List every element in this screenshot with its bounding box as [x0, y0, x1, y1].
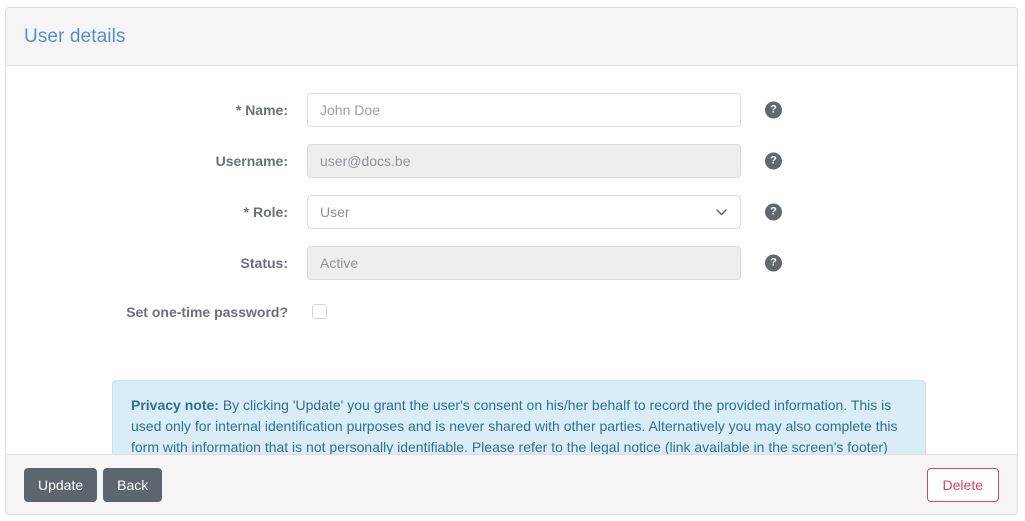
privacy-note-heading: Privacy note:	[131, 397, 219, 413]
field-wrap-role: User ?	[307, 194, 782, 229]
form-row-name: * Name: ?	[6, 84, 1017, 135]
label-role: * Role:	[243, 203, 288, 220]
back-button[interactable]: Back	[103, 467, 163, 502]
update-button[interactable]: Update	[24, 467, 98, 502]
page-title: User details	[24, 25, 126, 47]
panel-footer: Update Back Delete	[6, 454, 1017, 514]
help-icon-username[interactable]: ?	[765, 152, 782, 169]
status-input	[307, 245, 741, 280]
panel-body: * Name: ? Username: ? * Role:	[6, 66, 1017, 454]
form-row-one-time-password: Set one-time password?	[6, 288, 1017, 335]
name-input[interactable]	[307, 92, 741, 127]
role-select[interactable]: User	[307, 194, 741, 229]
form-row-status: Status: ?	[6, 237, 1017, 288]
field-wrap-username: ?	[307, 143, 782, 178]
help-icon-status[interactable]: ?	[765, 254, 782, 271]
label-username: Username:	[215, 152, 288, 169]
form-row-username: Username: ?	[6, 135, 1017, 186]
field-wrap-name: ?	[307, 92, 782, 127]
help-icon-name[interactable]: ?	[765, 101, 782, 118]
panel-header: User details	[6, 8, 1017, 66]
label-name: * Name:	[235, 101, 288, 118]
field-wrap-status: ?	[307, 245, 782, 280]
privacy-note-body: By clicking 'Update' you grant the user'…	[131, 397, 898, 454]
form-row-role: * Role: User ?	[6, 186, 1017, 237]
label-status: Status:	[240, 254, 288, 271]
privacy-note: Privacy note: By clicking 'Update' you g…	[112, 380, 926, 454]
label-one-time-password: Set one-time password?	[126, 303, 288, 320]
field-wrap-one-time-password	[307, 304, 741, 319]
one-time-password-checkbox[interactable]	[312, 304, 327, 319]
delete-button[interactable]: Delete	[926, 467, 999, 502]
user-details-page: User details * Name: ? Username: ?	[0, 0, 1025, 521]
username-input	[307, 143, 741, 178]
help-icon-role[interactable]: ?	[765, 203, 782, 220]
user-details-panel: User details * Name: ? Username: ?	[5, 7, 1018, 515]
